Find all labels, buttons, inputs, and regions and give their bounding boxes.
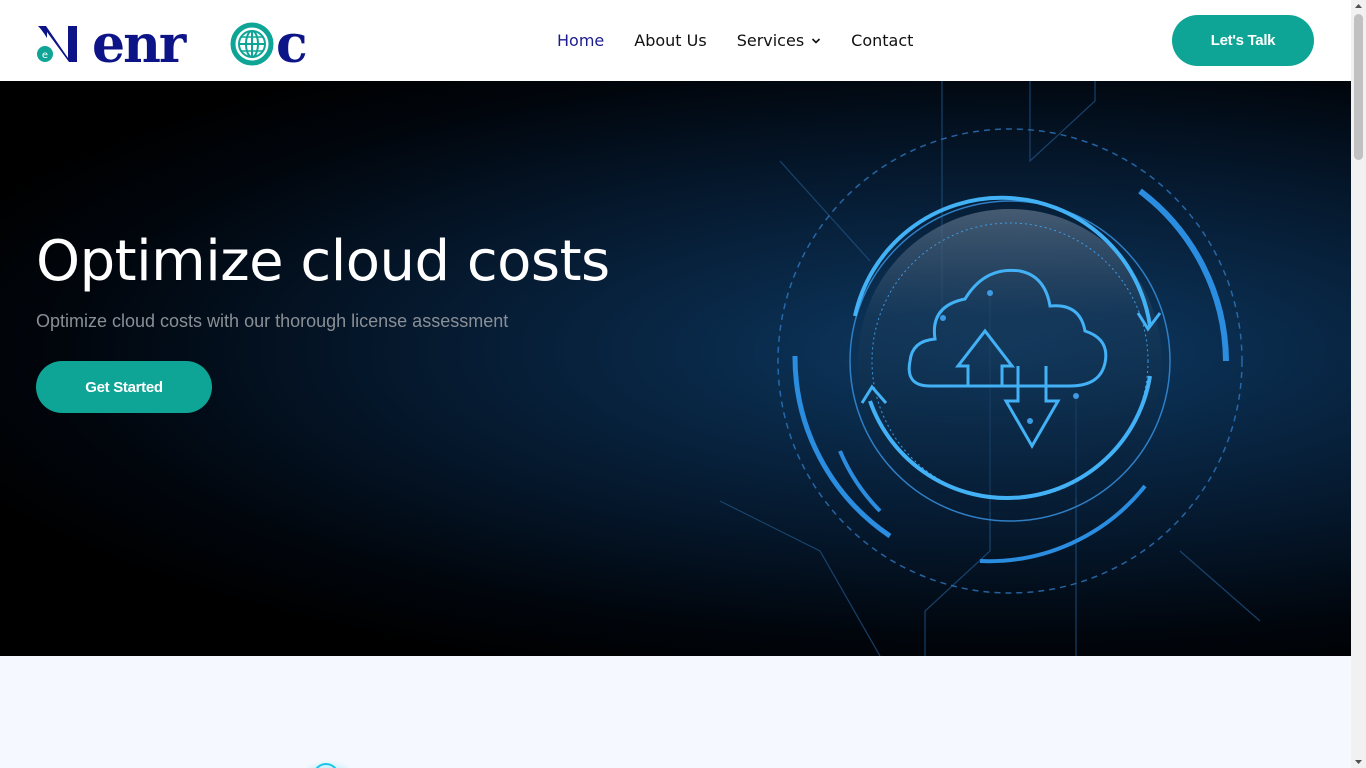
chevron-down-icon bbox=[812, 37, 821, 44]
svg-text:c: c bbox=[276, 18, 308, 66]
scroll-up-arrow-icon[interactable] bbox=[1354, 2, 1363, 10]
site-header: e enr c Home About Us Services Contact L… bbox=[0, 0, 1351, 81]
scroll-down-arrow-icon[interactable] bbox=[1354, 758, 1363, 766]
hero-section: Optimize cloud costs Optimize cloud cost… bbox=[0, 81, 1351, 656]
scrollbar-thumb[interactable] bbox=[1354, 14, 1363, 160]
feature-icon-glow bbox=[300, 756, 356, 768]
nav-home[interactable]: Home bbox=[557, 31, 604, 50]
svg-text:enr: enr bbox=[92, 18, 187, 66]
nav-about-us[interactable]: About Us bbox=[634, 31, 706, 50]
page-scrollbar[interactable] bbox=[1351, 0, 1366, 768]
enroc-logo-mark: e enr c bbox=[37, 14, 308, 75]
globe-icon bbox=[230, 22, 274, 66]
main-nav: Home About Us Services Contact bbox=[557, 0, 943, 81]
features-section bbox=[0, 656, 1351, 768]
hero-title: Optimize cloud costs bbox=[36, 229, 610, 294]
nav-services[interactable]: Services bbox=[737, 31, 821, 50]
nav-contact[interactable]: Contact bbox=[851, 31, 913, 50]
brand-logo[interactable]: e enr c bbox=[36, 14, 318, 75]
lets-talk-button[interactable]: Let's Talk bbox=[1172, 15, 1314, 66]
svg-text:e: e bbox=[42, 50, 48, 61]
hero-subtitle: Optimize cloud costs with our thorough l… bbox=[36, 311, 509, 331]
nav-services-label: Services bbox=[736, 31, 805, 50]
get-started-button[interactable]: Get Started bbox=[36, 361, 212, 413]
